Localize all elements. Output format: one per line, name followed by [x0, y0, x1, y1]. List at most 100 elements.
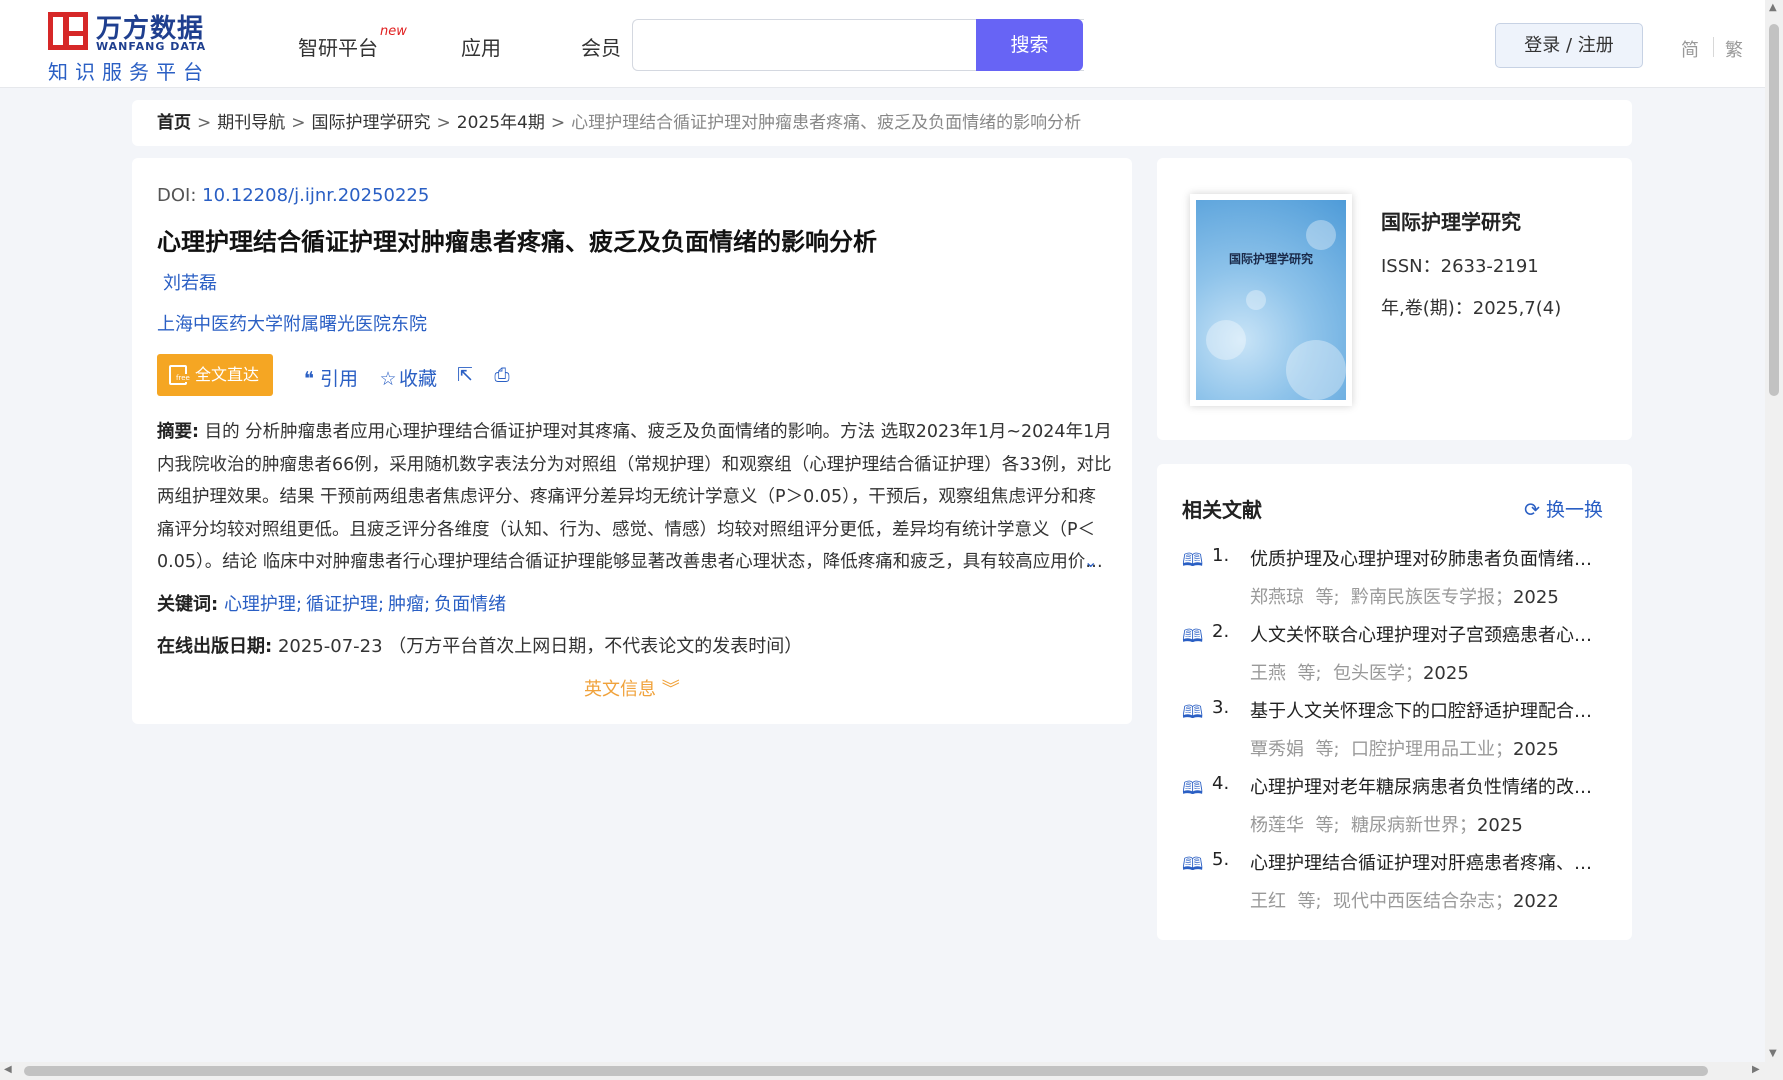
- share-icon: ⇱: [457, 364, 473, 386]
- related-item-meta: 王红 等; 现代中西医结合杂志；2022: [1250, 887, 1559, 913]
- abstract-body: 目的 分析肿瘤患者应用心理护理结合循证护理对其疼痛、疲乏及负面情绪的影响。方法 …: [157, 422, 1112, 572]
- related-item-source[interactable]: 包头医学；: [1333, 663, 1423, 684]
- nav-zhiyan-platform[interactable]: 智研平台: [298, 32, 378, 61]
- book-icon: 🕮: [1182, 702, 1204, 723]
- related-item-number: 1.: [1212, 545, 1230, 566]
- related-item-etal: 等;: [1315, 739, 1340, 760]
- breadcrumb-home[interactable]: 首页: [157, 113, 191, 133]
- breadcrumb-item-journal-nav[interactable]: 期刊导航: [217, 113, 285, 133]
- lang-traditional-button[interactable]: 繁: [1725, 36, 1743, 62]
- breadcrumb-current: 心理护理结合循证护理对肿瘤患者疼痛、疲乏及负面情绪的影响分析: [571, 113, 1082, 133]
- related-item-etal: 等;: [1297, 663, 1322, 684]
- author-link[interactable]: 刘若磊: [163, 269, 217, 295]
- lang-simplified-button[interactable]: 简: [1681, 36, 1699, 62]
- wanfang-logo[interactable]: 万方数据 WANFANG DATA 知识服务平台: [48, 10, 218, 84]
- related-item-title[interactable]: 心理护理结合循证护理对肝癌患者疼痛、疲乏的影响: [1250, 849, 1606, 875]
- keyword-link[interactable]: 肿瘤: [388, 594, 424, 615]
- search-button[interactable]: 搜索: [976, 19, 1083, 71]
- nav-membership[interactable]: 会员: [581, 32, 621, 61]
- breadcrumb-sep-icon: >: [436, 113, 451, 133]
- pubdate-value: 2025-07-23: [277, 636, 383, 657]
- nav-apps[interactable]: 应用: [461, 32, 501, 61]
- free-document-icon: [169, 365, 190, 385]
- vertical-scrollbar[interactable]: ▲ ▼: [1765, 0, 1783, 1080]
- logo-subtitle: 知识服务平台: [48, 60, 210, 84]
- related-item: 🕮 1. 优质护理及心理护理对矽肺患者负面情绪与生活质量的影响 郑燕琼 等; 黔…: [1182, 545, 1612, 615]
- related-item-title[interactable]: 基于人文关怀理念下的口腔舒适护理配合心理护理的效果: [1250, 697, 1606, 723]
- collect-button[interactable]: ☆ 收藏: [377, 364, 437, 391]
- related-item-author[interactable]: 王燕: [1250, 663, 1286, 684]
- refresh-label: 换一换: [1545, 499, 1603, 521]
- pubdate-label: 在线出版日期:: [157, 636, 273, 657]
- horizontal-scrollbar[interactable]: ◀ ▶: [0, 1062, 1765, 1080]
- expand-abstract-icon[interactable]: ⌄: [1084, 552, 1097, 571]
- related-item-etal: 等;: [1297, 891, 1322, 912]
- related-title: 相关文献: [1182, 498, 1262, 522]
- keyword-link[interactable]: 心理护理: [224, 594, 296, 615]
- journal-cover[interactable]: 国际护理学研究: [1190, 194, 1352, 406]
- scroll-down-icon[interactable]: ▼: [1769, 1048, 1777, 1059]
- related-item-number: 2.: [1212, 621, 1230, 642]
- related-item: 🕮 3. 基于人文关怀理念下的口腔舒适护理配合心理护理的效果 覃秀娟 等; 口腔…: [1182, 697, 1612, 767]
- scroll-left-icon[interactable]: ◀: [4, 1064, 12, 1075]
- related-item-author[interactable]: 杨莲华: [1250, 815, 1304, 836]
- abstract-label: 摘要:: [157, 422, 199, 442]
- breadcrumb-sep-icon: >: [197, 113, 212, 133]
- wanfang-logo-icon: [48, 12, 88, 50]
- related-item-title[interactable]: 心理护理对老年糖尿病患者负性情绪的改善效果分析: [1250, 773, 1606, 799]
- login-register-button[interactable]: 登录 / 注册: [1495, 23, 1643, 68]
- related-item-title[interactable]: 优质护理及心理护理对矽肺患者负面情绪与生活质量的影响: [1250, 545, 1606, 571]
- doi-link[interactable]: 10.12208/j.ijnr.20250225: [202, 185, 429, 206]
- cover-journal-title: 国际护理学研究: [1228, 252, 1313, 266]
- refresh-button[interactable]: ⟳ 换一换: [1524, 495, 1603, 522]
- organization-link[interactable]: 上海中医药大学附属曙光医院东院: [157, 310, 427, 336]
- book-icon: 🕮: [1182, 854, 1204, 875]
- breadcrumb-item-issue[interactable]: 2025年4期: [457, 113, 545, 133]
- quote-icon: ❝: [303, 368, 315, 390]
- abstract: 摘要: 目的 分析肿瘤患者应用心理护理结合循证护理对其疼痛、疲乏及负面情绪的影响…: [157, 416, 1113, 579]
- scroll-up-icon[interactable]: ▲: [1769, 2, 1777, 13]
- related-item-author[interactable]: 王红: [1250, 891, 1286, 912]
- related-item-meta: 覃秀娟 等; 口腔护理用品工业；2025: [1250, 735, 1559, 761]
- online-publish-date: 在线出版日期: 2025-07-23 （万方平台首次上网日期，不代表论文的发表时…: [157, 632, 802, 658]
- english-info-toggle[interactable]: 英文信息 ︾: [584, 675, 680, 701]
- scroll-right-icon[interactable]: ▶: [1752, 1064, 1760, 1075]
- breadcrumb: 首页 > 期刊导航 > 国际护理学研究 >2025年4期 > 心理护理结合循证护理对肿瘤患者疼…: [132, 100, 1632, 146]
- related-item-etal: 等;: [1315, 815, 1340, 836]
- journal-name[interactable]: 国际护理学研究: [1381, 206, 1521, 235]
- related-item-year: 2025: [1422, 663, 1469, 684]
- journal-cover-image: 国际护理学研究: [1196, 200, 1346, 400]
- related-item-author[interactable]: 郑燕琼: [1250, 587, 1304, 608]
- related-item-source[interactable]: 黔南民族医专学报；: [1351, 587, 1513, 608]
- horizontal-scroll-thumb[interactable]: [24, 1066, 1708, 1076]
- related-item-year: 2025: [1476, 815, 1523, 836]
- breadcrumb-sep-icon: >: [550, 113, 566, 133]
- related-item-meta: 王燕 等; 包头医学；2025: [1250, 659, 1469, 685]
- vertical-scroll-thumb[interactable]: [1769, 24, 1779, 396]
- top-header: 万方数据 WANFANG DATA 知识服务平台 智研平台 new 应用 会员 …: [0, 0, 1765, 88]
- related-item-source[interactable]: 糖尿病新世界；: [1351, 815, 1477, 836]
- related-item-title[interactable]: 人文关怀联合心理护理对子宫颈癌患者心理状态的影响: [1250, 621, 1606, 647]
- cite-button[interactable]: ❝ 引用: [298, 364, 358, 391]
- article-card: DOI: 10.12208/j.ijnr.20250225 心理护理结合循证护理…: [132, 158, 1132, 724]
- related-item: 🕮 2. 人文关怀联合心理护理对子宫颈癌患者心理状态的影响 王燕 等; 包头医学…: [1182, 621, 1612, 691]
- related-item-meta: 杨莲华 等; 糖尿病新世界；2025: [1250, 811, 1523, 837]
- cite-label: 引用: [320, 368, 359, 390]
- related-item-author[interactable]: 覃秀娟: [1250, 739, 1304, 760]
- book-icon: 🕮: [1182, 778, 1204, 799]
- related-item-number: 5.: [1212, 849, 1230, 870]
- keywords: 关键词: 心理护理; 循证护理; 肿瘤; 负面情绪: [157, 594, 507, 615]
- fulltext-button[interactable]: 全文直达: [157, 354, 273, 396]
- print-button[interactable]: ⎙: [491, 364, 513, 386]
- keyword-link[interactable]: 循证护理: [306, 594, 378, 615]
- keyword-link[interactable]: 负面情绪: [434, 594, 506, 615]
- related-item-number: 4.: [1212, 773, 1230, 794]
- related-item-source[interactable]: 现代中西医结合杂志；: [1333, 891, 1513, 912]
- related-item-etal: 等;: [1315, 587, 1340, 608]
- journal-volume: 年,卷(期)：2025,7(4): [1381, 298, 1562, 319]
- share-button[interactable]: ⇱: [454, 364, 476, 386]
- related-item-year: 2025: [1512, 739, 1559, 760]
- english-info-label: 英文信息: [584, 679, 656, 700]
- breadcrumb-item-journal[interactable]: 国际护理学研究: [312, 113, 431, 133]
- related-item-source[interactable]: 口腔护理用品工业；: [1351, 739, 1513, 760]
